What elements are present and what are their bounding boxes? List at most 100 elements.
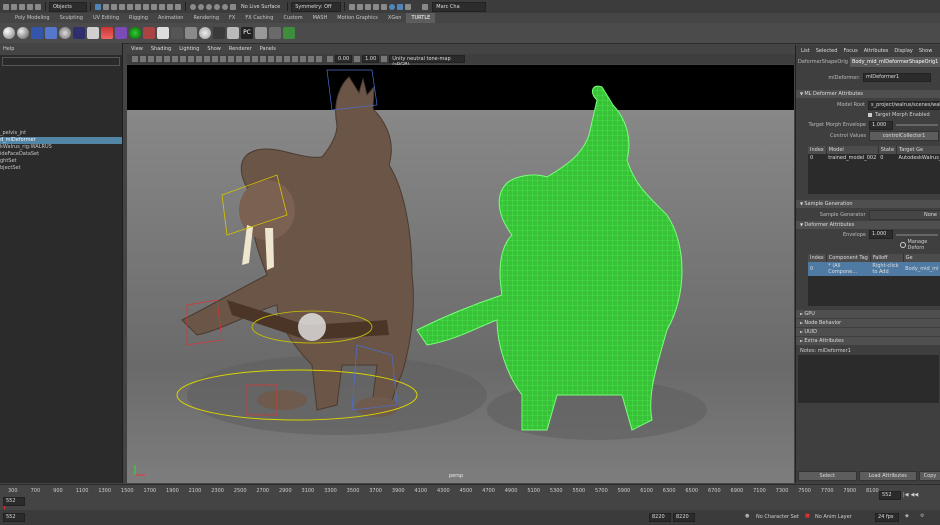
paint-select-icon[interactable]	[111, 3, 117, 10]
xray-joints-icon[interactable]	[308, 56, 314, 62]
material-icon[interactable]	[255, 27, 267, 39]
table-header[interactable]: Falloff	[870, 254, 904, 262]
shelf-tab[interactable]: Custom	[278, 13, 307, 23]
deformer-envelope-field[interactable]: 1.000	[869, 230, 893, 239]
motion-blur-icon[interactable]	[268, 56, 274, 62]
sample-generator-dropdown[interactable]: None	[868, 209, 940, 220]
viewport-menu-view[interactable]: View	[127, 45, 147, 54]
select-button[interactable]: Select	[798, 471, 857, 481]
uuid-section[interactable]: UUID	[796, 328, 940, 336]
render-icon[interactable]	[365, 3, 372, 10]
shadows-icon[interactable]	[252, 56, 258, 62]
grid-icon[interactable]	[164, 56, 170, 62]
shelf-tab[interactable]: XGen	[383, 13, 407, 23]
shelf-tab[interactable]: Rendering	[188, 13, 224, 23]
control-collector-button[interactable]: controlCollector1	[869, 131, 939, 141]
manage-deformer-label[interactable]: Manage Deforn	[908, 239, 940, 251]
playback-start-field[interactable]: 8220	[649, 513, 671, 522]
gamma-field[interactable]: 1.00	[362, 55, 380, 63]
anim-layer-label[interactable]: No Anim Layer	[815, 514, 852, 520]
workspace-icon[interactable]	[405, 3, 412, 10]
rotate-tool-icon[interactable]	[127, 3, 133, 10]
component-mode-icon[interactable]	[143, 3, 149, 10]
gate-mask-icon[interactable]	[188, 56, 194, 62]
ml-deformer-section[interactable]: ML Deformer Attributes	[796, 90, 940, 98]
snap-surface-icon[interactable]	[222, 3, 228, 10]
colorspace-dropdown[interactable]: Unity neutral tone-map (sRGB)	[389, 55, 466, 68]
material-icon[interactable]	[269, 27, 281, 39]
wireframe-icon[interactable]	[212, 56, 218, 62]
outliner-search-input[interactable]	[2, 57, 120, 66]
material-icon[interactable]	[115, 27, 127, 39]
new-scene-icon[interactable]	[3, 3, 9, 10]
ae-menu-selected[interactable]: Selected	[813, 45, 841, 57]
user-dropdown[interactable]: Marc Cha	[432, 1, 487, 12]
snap-point-icon[interactable]	[206, 3, 212, 10]
character-set-icon[interactable]: ●	[745, 513, 749, 519]
outliner-item[interactable]: ideFaceDataSet	[0, 151, 122, 158]
save-scene-icon[interactable]	[19, 3, 25, 10]
copy-tab-button[interactable]: Copy	[919, 471, 940, 481]
bookmark-icon[interactable]	[148, 56, 154, 62]
select-tool-icon[interactable]	[95, 3, 101, 10]
character-set-label[interactable]: No Character Set	[756, 514, 799, 520]
material-icon[interactable]	[213, 27, 225, 39]
step-back-icon[interactable]: |◀	[903, 492, 909, 498]
gpu-section[interactable]: GPU	[796, 310, 940, 318]
table-header[interactable]: Index	[808, 254, 827, 262]
resolution-gate-icon[interactable]	[180, 56, 186, 62]
viewport-menu-show[interactable]: Show	[203, 45, 225, 54]
viewport-menu-lighting[interactable]: Lighting	[175, 45, 203, 54]
table-row[interactable]: 0 * (All Compone... Right-click to Add B…	[808, 262, 940, 276]
viewport-menu-panels[interactable]: Panels	[256, 45, 280, 54]
smooth-shade-icon[interactable]	[220, 56, 226, 62]
viewport-menu-shading[interactable]: Shading	[147, 45, 175, 54]
gamma-icon[interactable]	[354, 56, 361, 62]
move-tool-icon[interactable]	[119, 3, 125, 10]
shelf-tab[interactable]: Motion Graphics	[332, 13, 383, 23]
arnold-icon[interactable]	[397, 3, 404, 10]
material-icon[interactable]	[101, 27, 113, 39]
model-root-field[interactable]: s_project/walrus/scenes/wal	[867, 100, 940, 110]
shelf-tab[interactable]: FX Caching	[240, 13, 278, 23]
sphere-icon[interactable]	[17, 27, 29, 39]
outliner-item[interactable]: ghtSet	[0, 158, 122, 165]
snap-grid-icon[interactable]	[190, 3, 196, 10]
target-morph-checkbox[interactable]	[868, 113, 872, 117]
camera-icon[interactable]	[132, 56, 138, 62]
range-start-field[interactable]: 552	[3, 513, 25, 522]
undo-icon[interactable]	[27, 3, 33, 10]
outliner-item[interactable]: bjectSet	[0, 165, 122, 172]
ae-menu-list[interactable]: List	[798, 45, 813, 57]
scale-tool-icon[interactable]	[135, 3, 141, 10]
film-gate-icon[interactable]	[172, 56, 178, 62]
material-icon[interactable]	[157, 27, 169, 39]
ipr-render-icon[interactable]	[373, 3, 380, 10]
ambient-occlusion-icon[interactable]	[260, 56, 266, 62]
snap-curve-icon[interactable]	[198, 3, 204, 10]
deformer-envelope-slider[interactable]	[896, 233, 938, 236]
auto-key-icon[interactable]: ◆	[905, 513, 909, 519]
isolate-select-icon[interactable]	[292, 56, 298, 62]
table-header[interactable]: State	[878, 146, 898, 154]
wireframe-on-shaded-icon[interactable]	[228, 56, 234, 62]
outliner-help-menu[interactable]: Help	[0, 43, 122, 55]
mode-dropdown[interactable]: Objects	[49, 1, 87, 12]
ae-menu-display[interactable]: Display	[891, 45, 915, 57]
hypershade-icon[interactable]	[389, 3, 396, 10]
lights-icon[interactable]	[244, 56, 250, 62]
outliner-item[interactable]: kWalrus_rig:WALRUS	[0, 144, 122, 151]
cube-icon[interactable]	[45, 27, 57, 39]
object-mode-icon[interactable]	[151, 3, 157, 10]
table-header[interactable]: Target Ge	[896, 146, 940, 154]
shelf-tab[interactable]: Poly Modeling	[10, 13, 55, 23]
time-slider[interactable]: 300 700 900 1100 1300 1500 1700 1900 2100 2300 250…	[0, 484, 940, 511]
safe-action-icon[interactable]	[204, 56, 210, 62]
sample-generation-section[interactable]: Sample Generation	[796, 200, 940, 208]
table-header[interactable]: Component Tag	[826, 254, 871, 262]
lasso-tool-icon[interactable]	[103, 3, 109, 10]
viewport-menu-renderer[interactable]: Renderer	[225, 45, 256, 54]
3d-viewport[interactable]: persp	[127, 65, 794, 483]
current-frame-field[interactable]: 552	[3, 497, 25, 506]
textured-icon[interactable]	[236, 56, 242, 62]
